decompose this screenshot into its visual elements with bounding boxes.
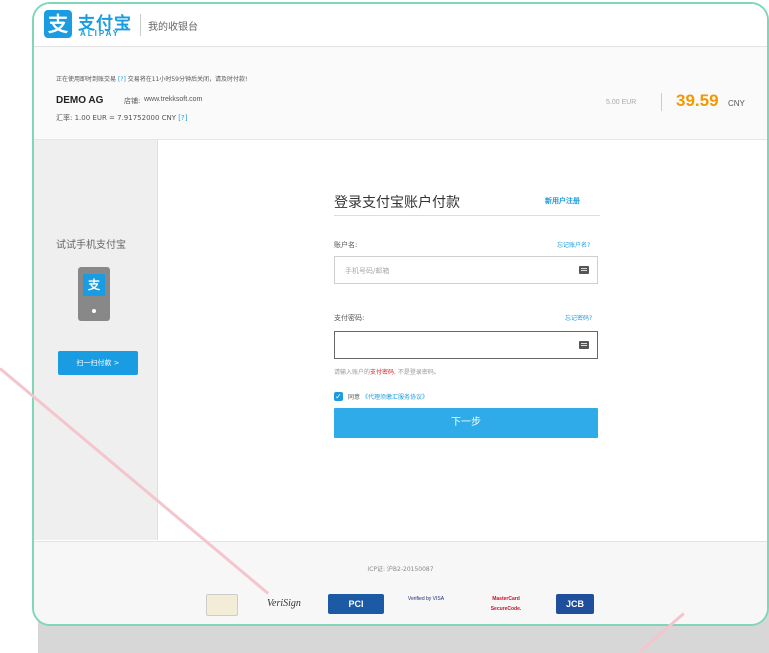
title-divider [334, 215, 600, 216]
verisign-badge: VeriSign [267, 598, 301, 609]
cashier-title: 我的收银台 [148, 22, 198, 33]
notice-text: 正在使用即时到账交易 [56, 76, 117, 83]
account-input[interactable]: 手机号码/邮箱 [334, 256, 598, 284]
cashier-window: 支 支付宝 ALIPAY 我的收银台 正在使用即时到账交易 [?] 交易将在11… [32, 2, 769, 626]
hint-post: , 不是登录密码。 [394, 369, 440, 376]
password-hint: 请输入账户的支付密码, 不是登录密码。 [334, 367, 440, 376]
account-placeholder: 手机号码/邮箱 [345, 267, 390, 275]
amount-eur: 5.00 EUR [606, 99, 637, 106]
mobile-pay-sidebar: 试试手机支付宝 支 扫一扫付款 > [34, 140, 158, 540]
rate-help-link[interactable]: [?] [178, 114, 187, 122]
order-summary: 正在使用即时到账交易 [?] 交易将在11小时59分钟后关闭，请及时付款! DE… [34, 47, 767, 140]
jcb-badge: JCB [556, 594, 594, 614]
amount-currency: CNY [728, 99, 745, 108]
keyboard-icon[interactable] [579, 341, 589, 349]
amount-divider [661, 93, 662, 111]
password-input[interactable] [334, 331, 598, 359]
shop-url: www.trekksoft.com [144, 96, 203, 103]
logo-divider [140, 14, 141, 36]
forgot-account-link[interactable]: 忘记账户名? [557, 240, 590, 249]
keyboard-icon[interactable] [579, 266, 589, 274]
phone-home-button [92, 309, 96, 313]
password-label: 支付密码: [334, 314, 365, 322]
scan-to-pay-button[interactable]: 扫一扫付款 > [58, 351, 138, 375]
agree-checkbox[interactable]: ✓ [334, 392, 343, 401]
hint-password: 支付密码 [370, 369, 395, 376]
agree-label: 同意 [348, 394, 361, 401]
mastercard-securecode-badge: MasterCard SecureCode. [490, 596, 522, 612]
verified-by-visa-badge: Verified by VISA [407, 596, 445, 602]
phone-icon: 支 [78, 267, 110, 321]
amount-cny: 39.59 [676, 91, 719, 110]
notice-help-link[interactable]: [?] [118, 76, 126, 83]
pci-badge: PCI [328, 594, 384, 614]
merchant-name: DEMO AG [56, 95, 104, 106]
top-bar: 支 支付宝 ALIPAY 我的收银台 [34, 4, 767, 47]
phone-alipay-icon: 支 [83, 274, 105, 296]
agreement: 同意 《代理须缴汇服务协议》 [348, 392, 428, 401]
agreement-link[interactable]: 《代理须缴汇服务协议》 [362, 394, 428, 401]
notice-tail: 交易将在11小时59分钟后关闭，请及时付款! [127, 76, 248, 83]
seal-badge-icon [206, 594, 238, 616]
try-mobile-title: 试试手机支付宝 [56, 240, 126, 251]
alipay-logo-en: ALIPAY [80, 29, 121, 38]
login-title: 登录支付宝账户付款 [334, 195, 460, 211]
icp-license: ICP证: 沪B2-20150087 [367, 566, 434, 573]
footer: ICP证: 沪B2-20150087 VeriSign PCI Verified… [34, 541, 767, 624]
next-button[interactable]: 下一步 [334, 408, 598, 438]
hint-pre: 请输入账户的 [334, 369, 371, 376]
shop-label: 店铺: [124, 97, 141, 105]
login-panel: 登录支付宝账户付款 新用户注册 账户名: 忘记账户名? 手机号码/邮箱 支付密码… [159, 140, 765, 540]
account-label: 账户名: [334, 241, 358, 249]
exchange-rate: 汇率: 1.00 EUR = 7.91752000 CNY [?] [56, 113, 187, 123]
alipay-logo-icon[interactable]: 支 [44, 10, 72, 38]
register-link[interactable]: 新用户注册 [545, 196, 580, 206]
forgot-password-link[interactable]: 忘记密码? [565, 313, 592, 322]
rate-text: 汇率: 1.00 EUR = 7.91752000 CNY [56, 114, 177, 122]
order-notice: 正在使用即时到账交易 [?] 交易将在11小时59分钟后关闭，请及时付款! [56, 74, 247, 83]
